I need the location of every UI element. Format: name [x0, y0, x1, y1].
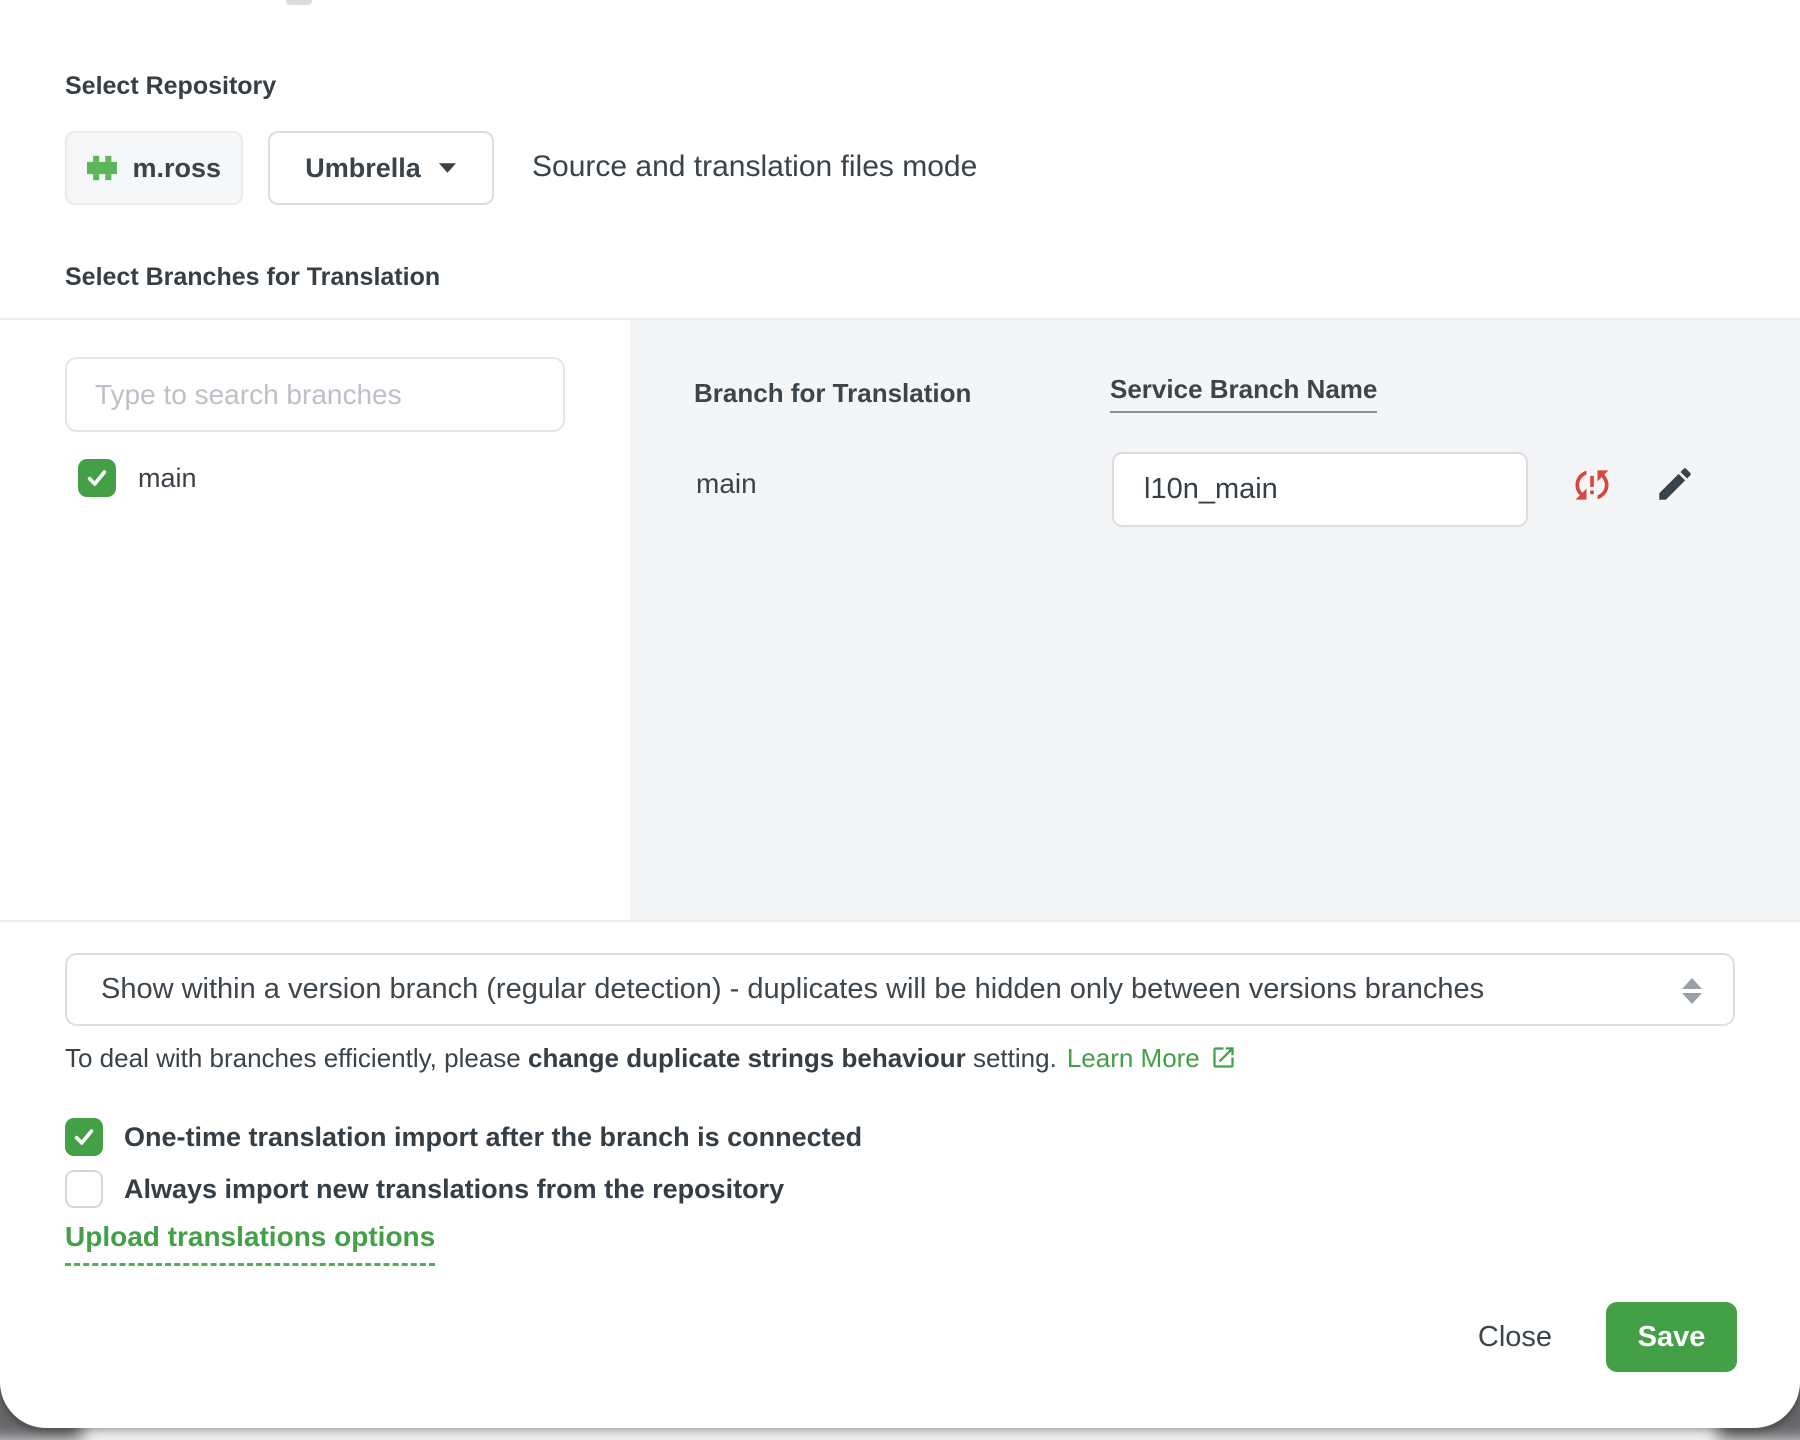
edit-pencil-icon: [1654, 463, 1696, 505]
branch-name-label: main: [138, 463, 197, 494]
one-time-import-checkbox[interactable]: [65, 1118, 103, 1156]
repository-dropdown[interactable]: Umbrella: [268, 131, 494, 205]
save-button[interactable]: Save: [1606, 1302, 1737, 1372]
duplicate-strings-select[interactable]: Show within a version branch (regular de…: [65, 953, 1735, 1026]
files-mode-text: Source and translation files mode: [532, 150, 977, 184]
select-branches-heading: Select Branches for Translation: [65, 263, 440, 292]
branch-checkbox[interactable]: [78, 459, 116, 497]
duplicate-strings-select-value: Show within a version branch (regular de…: [101, 973, 1656, 1006]
checkmark-icon: [70, 1123, 98, 1151]
hint-pre: To deal with branches efficiently, pleas…: [65, 1043, 528, 1073]
one-time-import-label: One-time translation import after the br…: [124, 1122, 862, 1153]
branch-list-item[interactable]: main: [78, 459, 197, 497]
table-row-branch-name: main: [696, 468, 757, 500]
select-arrows-icon: [1679, 975, 1705, 1007]
always-import-checkbox[interactable]: [65, 1170, 103, 1208]
learn-more-link[interactable]: Learn More: [1067, 1043, 1200, 1073]
always-import-option[interactable]: Always import new translations from the …: [65, 1170, 784, 1208]
column-header-service-branch: Service Branch Name: [1110, 374, 1377, 413]
sync-error-button[interactable]: [1570, 463, 1614, 507]
one-time-import-option[interactable]: One-time translation import after the br…: [65, 1118, 862, 1156]
duplicates-hint-text: To deal with branches efficiently, pleas…: [65, 1043, 1237, 1074]
external-link-icon: [1210, 1044, 1237, 1071]
page-background: Select Repository m.ross Umbrella Source…: [0, 0, 1800, 1440]
repository-branches-dialog: Select Repository m.ross Umbrella Source…: [0, 0, 1800, 1428]
checkmark-icon: [83, 464, 111, 492]
service-branch-name-input[interactable]: [1112, 452, 1528, 527]
always-import-label: Always import new translations from the …: [124, 1174, 784, 1205]
cropped-element-fragment: [286, 0, 312, 5]
hint-bold: change duplicate strings behaviour: [528, 1043, 966, 1073]
panel-bottom-divider: [0, 920, 1800, 922]
upload-translations-options-link[interactable]: Upload translations options: [65, 1221, 435, 1266]
sync-error-icon: [1570, 463, 1614, 507]
repository-owner-label: m.ross: [132, 153, 221, 184]
caret-down-icon: [438, 162, 457, 174]
repository-owner-button[interactable]: m.ross: [65, 131, 243, 205]
hint-post: setting.: [966, 1043, 1057, 1073]
repository-dropdown-value: Umbrella: [305, 153, 421, 184]
column-header-branch: Branch for Translation: [694, 378, 971, 409]
select-repository-heading: Select Repository: [65, 72, 276, 101]
edit-service-branch-button[interactable]: [1652, 461, 1698, 507]
repo-identicon: [87, 154, 117, 182]
branch-search-input[interactable]: [65, 357, 565, 432]
close-button[interactable]: Close: [1440, 1302, 1590, 1372]
